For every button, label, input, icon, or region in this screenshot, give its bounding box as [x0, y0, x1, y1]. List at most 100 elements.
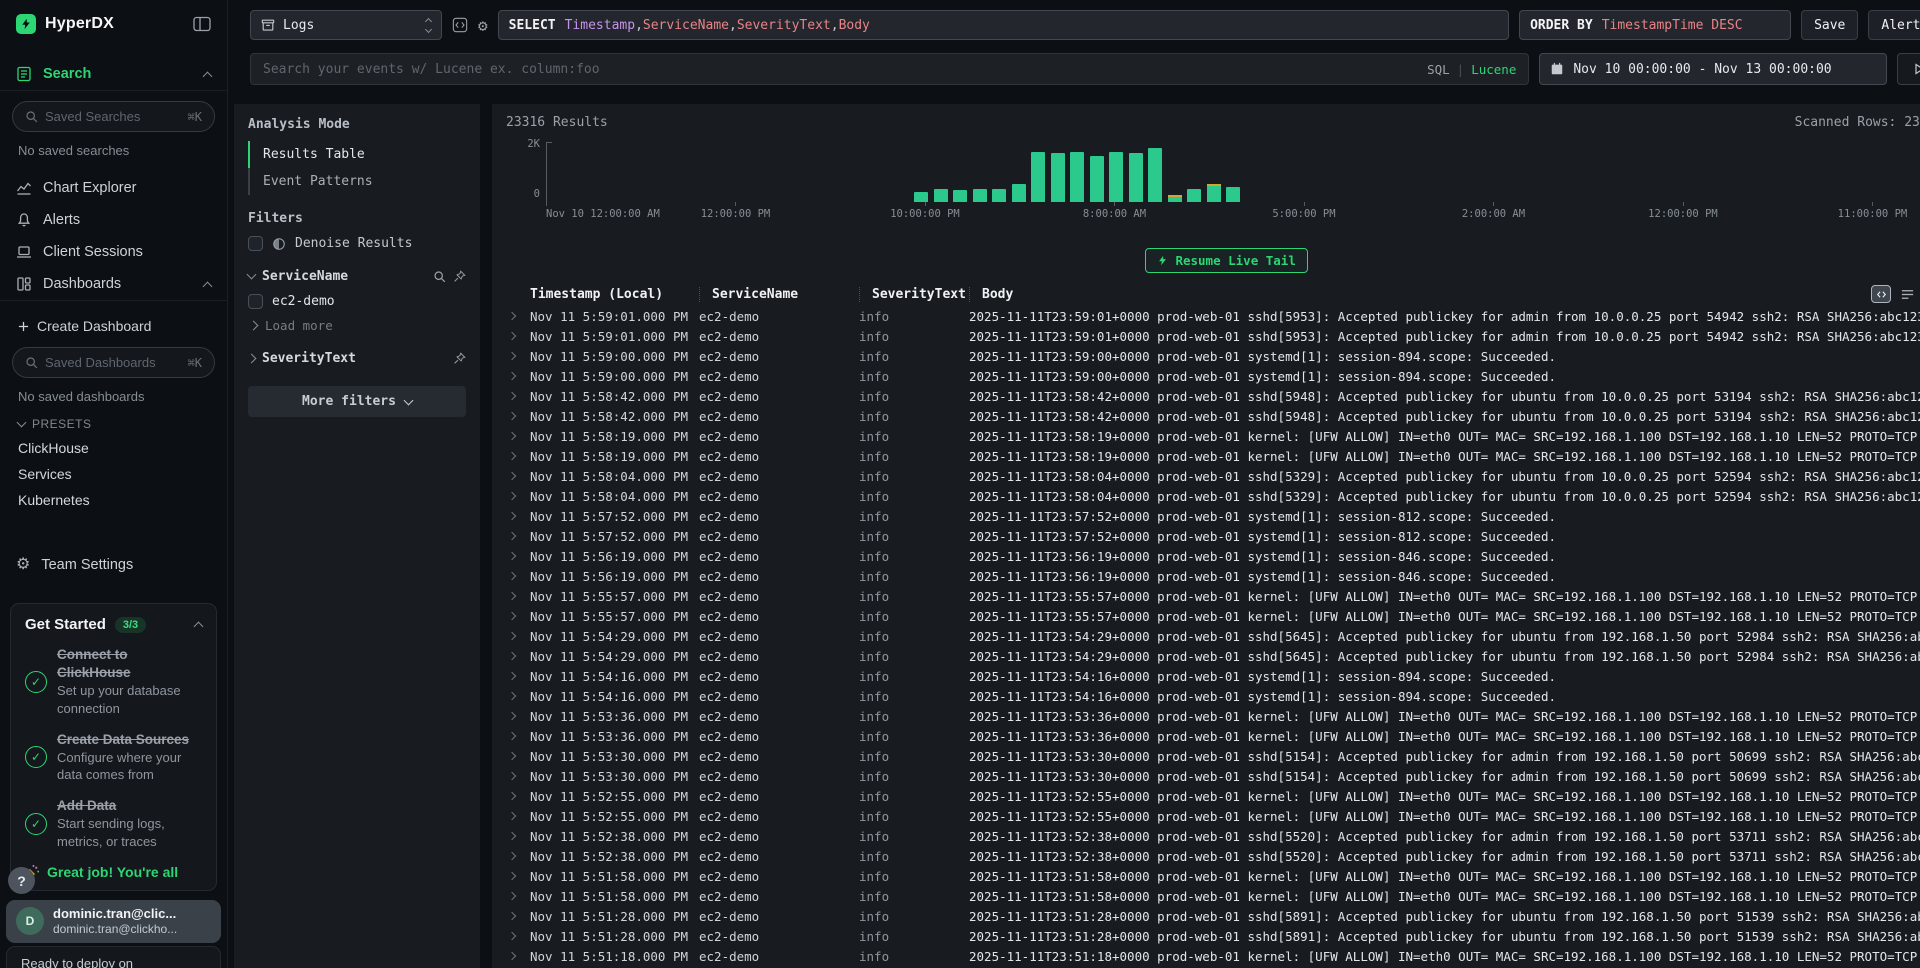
- histogram-bar[interactable]: [1031, 152, 1045, 202]
- sidebar-collapse-icon[interactable]: [193, 16, 211, 32]
- preset-clickhouse[interactable]: ClickHouse: [12, 435, 215, 461]
- row-expand-icon[interactable]: [508, 392, 516, 400]
- histogram-bar[interactable]: [953, 190, 967, 202]
- row-expand-icon[interactable]: [508, 572, 516, 580]
- save-button[interactable]: Save: [1801, 10, 1858, 40]
- pin-icon[interactable]: [453, 352, 466, 365]
- create-dashboard-button[interactable]: Create Dashboard: [12, 311, 215, 341]
- row-expand-icon[interactable]: [508, 352, 516, 360]
- row-expand-icon[interactable]: [508, 652, 516, 660]
- facet-option-ec2-demo[interactable]: ec2-demo: [248, 294, 466, 309]
- user-menu[interactable]: D dominic.tran@clic... dominic.tran@clic…: [6, 900, 221, 943]
- row-expand-icon[interactable]: [508, 552, 516, 560]
- histogram-bar[interactable]: [992, 189, 1006, 202]
- source-select[interactable]: Logs: [250, 10, 442, 40]
- histogram-bar[interactable]: [1090, 156, 1104, 202]
- pin-icon[interactable]: [453, 270, 466, 283]
- sidebar-item-search[interactable]: Search: [0, 58, 227, 90]
- table-row[interactable]: Nov 11 5:53:36.000 PMec2-demoinfo2025-11…: [506, 726, 1920, 746]
- preset-kubernetes[interactable]: Kubernetes: [12, 487, 215, 513]
- lang-sql-toggle[interactable]: SQL: [1427, 62, 1450, 77]
- table-row[interactable]: Nov 11 5:52:38.000 PMec2-demoinfo2025-11…: [506, 826, 1920, 846]
- sidebar-item-client-sessions[interactable]: Client Sessions: [0, 236, 227, 268]
- histogram-bar[interactable]: [1129, 153, 1143, 202]
- row-expand-icon[interactable]: [508, 452, 516, 460]
- row-expand-icon[interactable]: [508, 952, 516, 960]
- table-row[interactable]: Nov 11 5:53:36.000 PMec2-demoinfo2025-11…: [506, 706, 1920, 726]
- histogram-bar[interactable]: [1070, 152, 1084, 202]
- histogram-bar[interactable]: [1109, 152, 1123, 202]
- table-row[interactable]: Nov 11 5:59:01.000 PMec2-demoinfo2025-11…: [506, 306, 1920, 326]
- get-started-step[interactable]: ✓ Create Data Sources Configure where yo…: [25, 731, 202, 784]
- get-started-step[interactable]: ✓ Add Data Start sending logs, metrics, …: [25, 797, 202, 850]
- row-expand-icon[interactable]: [508, 632, 516, 640]
- table-row[interactable]: Nov 11 5:53:30.000 PMec2-demoinfo2025-11…: [506, 766, 1920, 786]
- histogram-bar[interactable]: [1148, 148, 1162, 202]
- resume-live-tail-button[interactable]: Resume Live Tail: [1145, 248, 1307, 273]
- table-row[interactable]: Nov 11 5:57:52.000 PMec2-demoinfo2025-11…: [506, 526, 1920, 546]
- table-row[interactable]: Nov 11 5:59:01.000 PMec2-demoinfo2025-11…: [506, 326, 1920, 346]
- row-expand-icon[interactable]: [508, 752, 516, 760]
- table-row[interactable]: Nov 11 5:52:38.000 PMec2-demoinfo2025-11…: [506, 846, 1920, 866]
- settings-gear-icon[interactable]: ⚙: [478, 16, 488, 35]
- table-row[interactable]: Nov 11 5:51:28.000 PMec2-demoinfo2025-11…: [506, 926, 1920, 946]
- row-expand-icon[interactable]: [508, 932, 516, 940]
- table-row[interactable]: Nov 11 5:53:30.000 PMec2-demoinfo2025-11…: [506, 746, 1920, 766]
- table-row[interactable]: Nov 11 5:58:19.000 PMec2-demoinfo2025-11…: [506, 426, 1920, 446]
- event-search-bar[interactable]: SQL | Lucene: [250, 53, 1529, 85]
- row-expand-icon[interactable]: [508, 372, 516, 380]
- histogram-bar[interactable]: [914, 192, 928, 202]
- row-expand-icon[interactable]: [508, 512, 516, 520]
- table-row[interactable]: Nov 11 5:51:18.000 PMec2-demoinfo2025-11…: [506, 946, 1920, 966]
- lang-lucene-toggle[interactable]: Lucene: [1471, 62, 1516, 77]
- histogram-bar[interactable]: [973, 189, 987, 202]
- row-expand-icon[interactable]: [508, 812, 516, 820]
- facet-search-icon[interactable]: [433, 270, 446, 283]
- table-row[interactable]: Nov 11 5:58:19.000 PMec2-demoinfo2025-11…: [506, 446, 1920, 466]
- table-row[interactable]: Nov 11 5:59:00.000 PMec2-demoinfo2025-11…: [506, 346, 1920, 366]
- table-row[interactable]: Nov 11 5:54:29.000 PMec2-demoinfo2025-11…: [506, 626, 1920, 646]
- histogram-bar[interactable]: [1207, 184, 1221, 202]
- table-row[interactable]: Nov 11 5:58:04.000 PMec2-demoinfo2025-11…: [506, 466, 1920, 486]
- row-expand-icon[interactable]: [508, 832, 516, 840]
- chevron-up-icon[interactable]: [203, 281, 213, 291]
- table-row[interactable]: Nov 11 5:59:00.000 PMec2-demoinfo2025-11…: [506, 366, 1920, 386]
- row-expand-icon[interactable]: [508, 672, 516, 680]
- row-expand-icon[interactable]: [508, 872, 516, 880]
- table-row[interactable]: Nov 11 5:51:28.000 PMec2-demoinfo2025-11…: [506, 906, 1920, 926]
- table-row[interactable]: Nov 11 5:55:57.000 PMec2-demoinfo2025-11…: [506, 586, 1920, 606]
- mode-event-patterns[interactable]: Event Patterns: [248, 168, 466, 195]
- row-expand-icon[interactable]: [508, 712, 516, 720]
- row-expand-icon[interactable]: [508, 472, 516, 480]
- row-expand-icon[interactable]: [508, 332, 516, 340]
- table-row[interactable]: Nov 11 5:56:19.000 PMec2-demoinfo2025-11…: [506, 566, 1920, 586]
- row-expand-icon[interactable]: [508, 692, 516, 700]
- select-clause-input[interactable]: SELECT Timestamp,ServiceName,SeverityTex…: [498, 10, 1509, 40]
- row-expand-icon[interactable]: [508, 432, 516, 440]
- mode-results-table[interactable]: Results Table: [248, 141, 466, 168]
- column-header-servicename[interactable]: ServiceName: [699, 287, 859, 302]
- preset-services[interactable]: Services: [12, 461, 215, 487]
- load-more-button[interactable]: Load more: [248, 318, 466, 333]
- date-range-picker[interactable]: Nov 10 00:00:00 - Nov 13 00:00:00: [1539, 53, 1887, 85]
- histogram-bar[interactable]: [1012, 184, 1026, 202]
- facet-checkbox[interactable]: [248, 294, 263, 309]
- table-row[interactable]: Nov 11 5:56:19.000 PMec2-demoinfo2025-11…: [506, 546, 1920, 566]
- more-filters-button[interactable]: More filters: [248, 386, 466, 417]
- row-expand-icon[interactable]: [508, 852, 516, 860]
- raw-mode-toggle-icon[interactable]: [1871, 285, 1891, 303]
- order-by-input[interactable]: ORDER BY TimestampTime DESC: [1519, 10, 1791, 40]
- facet-severitytext[interactable]: SeverityText: [248, 351, 466, 366]
- wrap-lines-icon[interactable]: [1900, 287, 1915, 302]
- row-expand-icon[interactable]: [508, 732, 516, 740]
- column-header-body[interactable]: Body: [969, 287, 1089, 302]
- table-row[interactable]: Nov 11 5:54:29.000 PMec2-demoinfo2025-11…: [506, 646, 1920, 666]
- row-expand-icon[interactable]: [508, 912, 516, 920]
- sidebar-item-chart-explorer[interactable]: Chart Explorer: [0, 172, 227, 204]
- row-expand-icon[interactable]: [508, 772, 516, 780]
- table-row[interactable]: Nov 11 5:54:16.000 PMec2-demoinfo2025-11…: [506, 666, 1920, 686]
- alerts-button[interactable]: Alerts: [1868, 10, 1920, 40]
- column-header-timestamp[interactable]: Timestamp (Local): [530, 287, 699, 302]
- row-expand-icon[interactable]: [508, 532, 516, 540]
- table-row[interactable]: Nov 11 5:58:42.000 PMec2-demoinfo2025-11…: [506, 386, 1920, 406]
